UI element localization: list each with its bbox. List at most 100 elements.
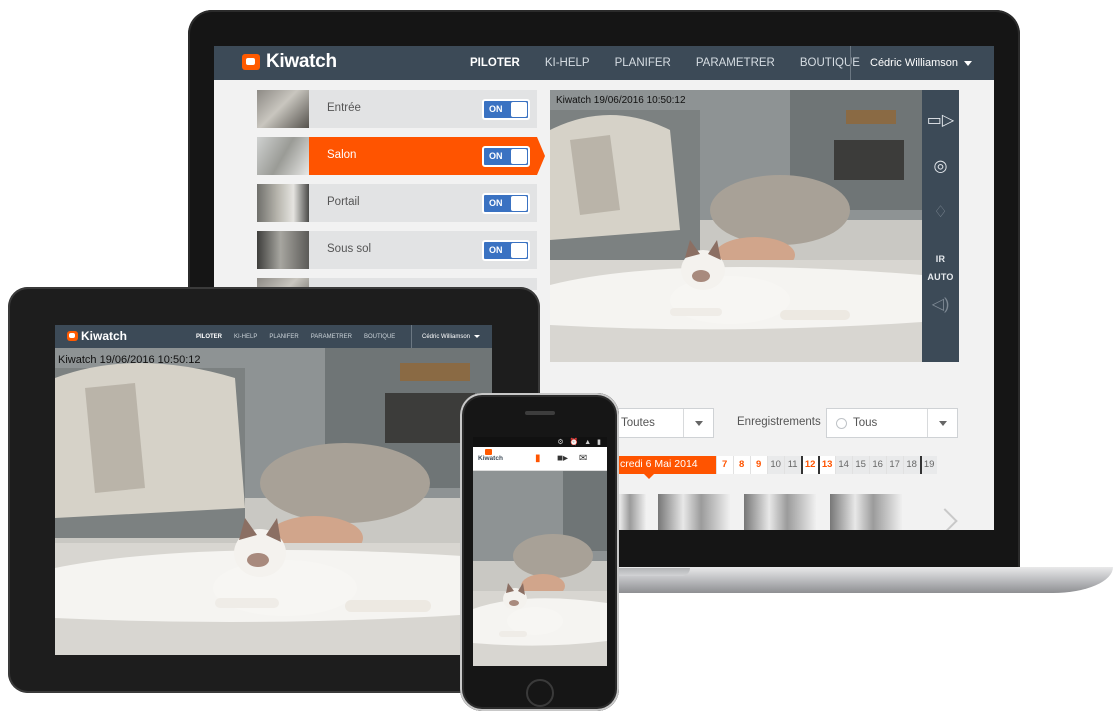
nav-item-piloter[interactable]: PILOTER xyxy=(196,334,222,340)
device-showcase: Kiwatch PILOTER KI-HELP PLANIFER PARAMET… xyxy=(0,0,1113,711)
video-camera-icon[interactable]: ■▸ xyxy=(557,454,568,464)
camera-device-icon[interactable]: ▮ xyxy=(535,454,541,464)
nav-item-ki-help[interactable]: KI-HELP xyxy=(234,334,257,340)
camera-list: Entrée ON Salon ON Portail ON Sous sol O… xyxy=(257,90,545,299)
recording-thumbnail[interactable] xyxy=(744,494,816,530)
tablet-nav: PILOTER KI-HELP PLANIFER PARAMETRER BOUT… xyxy=(196,325,407,348)
nav-item-boutique[interactable]: BOUTIQUE xyxy=(364,334,395,340)
calendar-day[interactable]: 16 xyxy=(868,456,886,474)
toggle-knob xyxy=(511,196,527,211)
recording-thumbnail[interactable] xyxy=(658,494,730,530)
main-nav: PILOTER KI-HELP PLANIFER PARAMETRER BOUT… xyxy=(470,46,885,80)
radio-icon xyxy=(836,417,847,429)
camera-name: Entrée xyxy=(327,102,361,114)
phone-video-feed[interactable] xyxy=(473,471,607,666)
live-video-feed[interactable]: Kiwatch 19/06/2016 10:50:12 xyxy=(550,90,922,362)
calendar-day[interactable]: 12 xyxy=(800,456,818,474)
video-frame-cat xyxy=(550,90,922,362)
calendar-day[interactable]: 9 xyxy=(749,456,767,474)
nav-item-planifer[interactable]: PLANIFER xyxy=(269,334,298,340)
chevron-down-icon xyxy=(683,409,713,437)
camera-name: Portail xyxy=(327,196,360,208)
user-menu[interactable]: Cédric Williamson xyxy=(411,325,481,348)
camera-toggle[interactable]: ON xyxy=(482,193,530,214)
user-name: Cédric Williamson xyxy=(422,333,471,340)
video-camera-icon[interactable]: ▭▷ xyxy=(927,112,954,132)
speaker-icon[interactable]: ◁) xyxy=(932,296,950,316)
user-menu[interactable]: Cédric Williamson xyxy=(870,46,973,80)
nav-item-ki-help[interactable]: KI-HELP xyxy=(545,57,590,69)
toggle-label: ON xyxy=(489,104,503,114)
calendar-day[interactable]: 17 xyxy=(885,456,903,474)
user-name: Cédric Williamson xyxy=(870,57,959,69)
ir-auto-button[interactable]: IR AUTO xyxy=(922,250,959,282)
toggle-label: ON xyxy=(489,151,503,161)
nav-item-parametrer[interactable]: PARAMETRER xyxy=(696,57,775,69)
kiwatch-logo-icon xyxy=(67,331,78,341)
calendar-day[interactable]: 13 xyxy=(817,456,835,474)
camera-thumbnail xyxy=(257,184,309,222)
tablet-screen: Kiwatch PILOTER KI-HELP PLANIFER PARAMET… xyxy=(55,325,492,655)
camera-thumbnail xyxy=(257,231,309,269)
camera-filter-select[interactable]: Toutes xyxy=(606,408,714,438)
logo-text: Kiwatch xyxy=(266,51,337,72)
calendar-day[interactable]: 19 xyxy=(919,456,937,474)
nav-divider xyxy=(850,46,851,80)
chevron-down-icon xyxy=(964,60,973,66)
toggle-label: ON xyxy=(489,198,503,208)
light-bulb-icon[interactable]: ♢ xyxy=(933,204,947,224)
camera-item-entree[interactable]: Entrée ON xyxy=(257,90,537,128)
video-frame-cat xyxy=(473,471,607,666)
camera-thumbnail xyxy=(257,90,309,128)
toggle-knob xyxy=(511,149,527,164)
phone-screen: ⚙ ⏰ ▲ ▮ Kiwatch ▮ ■▸ ✉ xyxy=(473,437,607,666)
kiwatch-logo-icon xyxy=(242,54,260,70)
recordings-filter-value: Tous xyxy=(853,417,878,429)
recording-thumbnail[interactable] xyxy=(830,494,902,530)
toggle-knob xyxy=(511,102,527,117)
recording-filters: Toutes Enregistrements Tous xyxy=(606,408,958,438)
calendar-current-day[interactable]: credi 6 Mai 2014 xyxy=(614,456,716,479)
recording-thumbnails xyxy=(606,494,986,530)
camera-item-sous-sol[interactable]: Sous sol ON xyxy=(257,231,537,269)
camera-tools: ▭▷ ◎ ♢ IR AUTO ◁) xyxy=(922,90,959,362)
chevron-down-icon xyxy=(927,409,957,437)
day-calendar-strip: credi 6 Mai 2014 7 8 9 10 11 12 13 14 15… xyxy=(614,456,937,479)
nav-item-planifer[interactable]: PLANIFER xyxy=(615,57,671,69)
calendar-day[interactable]: 14 xyxy=(834,456,852,474)
kiwatch-logo[interactable]: Kiwatch xyxy=(67,329,127,343)
calendar-day[interactable]: 10 xyxy=(766,456,784,474)
camera-icon[interactable]: ◎ xyxy=(934,158,948,178)
nav-item-parametrer[interactable]: PARAMETRER xyxy=(311,334,352,340)
calendar-day[interactable]: 18 xyxy=(902,456,920,474)
nav-item-piloter[interactable]: PILOTER xyxy=(470,57,520,69)
kiwatch-logo[interactable]: Kiwatch xyxy=(242,51,337,73)
video-timestamp: Kiwatch 19/06/2016 10:50:12 xyxy=(58,354,201,366)
recordings-filter-select[interactable]: Tous xyxy=(826,408,958,438)
camera-item-portail[interactable]: Portail ON xyxy=(257,184,537,222)
phone-app-bar: Kiwatch ▮ ■▸ ✉ xyxy=(473,447,607,471)
phone-speaker xyxy=(525,411,555,415)
camera-toggle[interactable]: ON xyxy=(482,99,530,120)
laptop-topbar: Kiwatch PILOTER KI-HELP PLANIFER PARAMET… xyxy=(214,46,994,80)
mail-icon[interactable]: ✉ xyxy=(579,454,587,464)
tablet-topbar: Kiwatch PILOTER KI-HELP PLANIFER PARAMET… xyxy=(55,325,492,348)
calendar-day[interactable]: 7 xyxy=(715,456,733,474)
camera-thumbnail xyxy=(257,137,309,175)
video-frame-cat xyxy=(55,348,492,655)
calendar-day[interactable]: 11 xyxy=(783,456,801,474)
calendar-day[interactable]: 8 xyxy=(732,456,750,474)
camera-filter-value: Toutes xyxy=(621,417,655,429)
logo-text: Kiwatch xyxy=(81,329,128,343)
status-icons: ⚙ ⏰ ▲ ▮ xyxy=(557,439,603,446)
home-button[interactable] xyxy=(526,679,554,707)
camera-item-salon[interactable]: Salon ON xyxy=(257,137,545,175)
camera-toggle[interactable]: ON xyxy=(482,146,530,167)
status-bar: ⚙ ⏰ ▲ ▮ xyxy=(473,437,607,447)
toggle-label: ON xyxy=(489,245,503,255)
tablet-video-feed[interactable]: Kiwatch 19/06/2016 10:50:12 xyxy=(55,348,492,655)
calendar-day[interactable]: 15 xyxy=(851,456,869,474)
chevron-down-icon xyxy=(474,335,481,338)
kiwatch-logo[interactable]: Kiwatch xyxy=(478,455,503,462)
camera-toggle[interactable]: ON xyxy=(482,240,530,261)
